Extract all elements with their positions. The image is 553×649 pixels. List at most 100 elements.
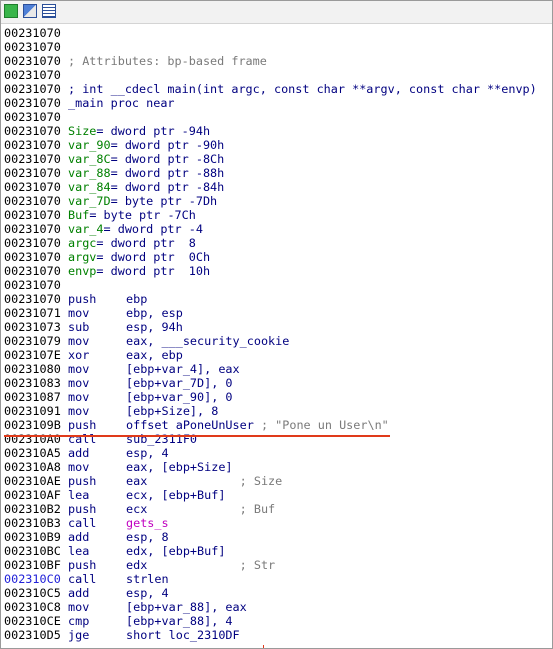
listing-line[interactable]: 00231070 var_84= dword ptr -84h: [4, 180, 550, 194]
listing-line[interactable]: 00231091 mov [ebp+Size], 8: [4, 404, 550, 418]
instruction-mnemonic: add: [68, 586, 90, 600]
instruction-mnemonic: jge: [68, 628, 90, 642]
stack-variable-name: Buf: [68, 208, 90, 222]
listing-line[interactable]: 00231070 push ebp: [4, 292, 550, 306]
line-address: 00231070: [4, 68, 61, 82]
stack-variable-name: var_8C: [68, 152, 111, 166]
listing-line[interactable]: 00231070 ; int __cdecl main(int argc, con…: [4, 82, 550, 96]
line-address: 00231079: [4, 334, 61, 348]
listing-line[interactable]: 00231073 sub esp, 94h: [4, 320, 550, 334]
stack-variable-def: = byte ptr -7Dh: [110, 194, 218, 208]
line-address: 00231070: [4, 194, 61, 208]
instruction-operands: [ebp+var_4], eax: [126, 362, 240, 376]
listing-line[interactable]: 00231070 var_88= dword ptr -88h: [4, 166, 550, 180]
listing-line[interactable]: 00231070 var_90= dword ptr -90h: [4, 138, 550, 152]
instruction-comment: ; Size: [147, 474, 283, 488]
line-address: 00231070: [4, 278, 61, 292]
instruction-operands: esp, 4: [126, 446, 169, 460]
listing-line[interactable]: 00231070 var_4= dword ptr -4: [4, 222, 550, 236]
listing-line[interactable]: 00231070 _main proc near: [4, 96, 550, 110]
instruction-mnemonic: mov: [68, 376, 90, 390]
listing-line[interactable]: 002310B9 add esp, 8: [4, 530, 550, 544]
listing-line[interactable]: 00231070: [4, 278, 550, 292]
instruction-operands: [ebp+Size], 8: [126, 404, 219, 418]
listing-line[interactable]: 00231087 mov [ebp+var_90], 0: [4, 390, 550, 404]
instruction-operands: ebp, esp: [126, 306, 183, 320]
stack-variable-name: var_4: [68, 222, 104, 236]
stack-variable-def: = dword ptr 0Ch: [96, 250, 211, 264]
instruction-mnemonic: add: [68, 446, 90, 460]
listing-line[interactable]: 002310B3 call gets_s: [4, 516, 550, 530]
instruction-operands: eax, ___security_cookie: [126, 334, 290, 348]
instruction-mnemonic: push: [68, 558, 97, 572]
graph-view-icon[interactable]: [4, 4, 18, 18]
listing-line[interactable]: 002310AF lea ecx, [ebp+Buf]: [4, 488, 550, 502]
instruction-operands: [ebp+var_90], 0: [126, 390, 233, 404]
listing-line[interactable]: 002310A8 mov eax, [ebp+Size]: [4, 460, 550, 474]
line-address: 00231083: [4, 376, 61, 390]
instruction-mnemonic: lea: [68, 488, 90, 502]
listing-line[interactable]: 00231070: [4, 110, 550, 124]
line-address: 00231070: [4, 166, 61, 180]
listing-line[interactable]: 0023107E xor eax, ebp: [4, 348, 550, 362]
listing-line[interactable]: 00231080 mov [ebp+var_4], eax: [4, 362, 550, 376]
stack-variable-def: = dword ptr 10h: [96, 264, 211, 278]
listing-line[interactable]: 00231070: [4, 26, 550, 40]
listing-line[interactable]: 002310D5 jge short loc_2310DF: [4, 628, 550, 642]
listing-line[interactable]: 00231070 argv= dword ptr 0Ch: [4, 250, 550, 264]
listing-line[interactable]: 00231070 var_7D= byte ptr -7Dh: [4, 194, 550, 208]
instruction-operands: eax: [126, 474, 148, 488]
line-address: 00231070: [4, 208, 61, 222]
listing-line[interactable]: 00231070 envp= dword ptr 10h: [4, 264, 550, 278]
instruction-operands: esp, 8: [126, 530, 169, 544]
instruction-operands: ecx, [ebp+Buf]: [126, 488, 226, 502]
disassembly-listing[interactable]: 00231070 00231070 00231070; Attributes: bp…: [4, 26, 550, 642]
line-address: 00231070: [4, 180, 61, 194]
listing-line[interactable]: 00231070: [4, 68, 550, 82]
instruction-operands: [ebp+var_88], 4: [126, 614, 233, 628]
line-address: 002310BF: [4, 558, 61, 572]
line-address: 002310A8: [4, 460, 61, 474]
listing-line[interactable]: 002310C0 call strlen: [4, 572, 550, 586]
listing-line[interactable]: 00231070: [4, 40, 550, 54]
instruction-mnemonic: mov: [68, 334, 90, 348]
line-address: 002310C5: [4, 586, 61, 600]
line-address: 00231070: [4, 250, 61, 264]
listing-line[interactable]: 002310C5 add esp, 4: [4, 586, 550, 600]
text-view-icon[interactable]: [42, 4, 56, 18]
line-address: 002310C8: [4, 600, 61, 614]
proximity-view-icon[interactable]: [23, 4, 37, 18]
listing-line[interactable]: 00231070 var_8C= dword ptr -8Ch: [4, 152, 550, 166]
listing-line[interactable]: 002310BC lea edx, [ebp+Buf]: [4, 544, 550, 558]
listing-line[interactable]: 0023109B push offset aPoneUnUser ; "Pone u…: [4, 418, 550, 432]
listing-line[interactable]: 00231079 mov eax, ___security_cookie: [4, 334, 550, 348]
instruction-mnemonic: add: [68, 530, 90, 544]
listing-line[interactable]: 002310A5 add esp, 4: [4, 446, 550, 460]
listing-line[interactable]: 00231083 mov [ebp+var_7D], 0: [4, 376, 550, 390]
listing-line[interactable]: 002310CE cmp [ebp+var_88], 4: [4, 614, 550, 628]
line-address: 00231070: [4, 292, 61, 306]
instruction-operands: eax, ebp: [126, 348, 183, 362]
instruction-operands: [ebp+var_7D], 0: [126, 376, 233, 390]
stack-variable-name: argv: [68, 250, 97, 264]
line-address: 00231070: [4, 82, 61, 96]
function-declaration: ; int __cdecl main(int argc, const char …: [68, 82, 537, 96]
listing-line[interactable]: 00231070 Size= dword ptr -94h: [4, 124, 550, 138]
stack-variable-def: = dword ptr -90h: [110, 138, 225, 152]
instruction-comment: ; Str: [147, 558, 276, 572]
listing-line[interactable]: 00231070 ; Attributes: bp-based frame: [4, 54, 550, 68]
instruction-operands: short loc_2310DF: [126, 628, 240, 642]
listing-line[interactable]: 002310BF push edx ; Str: [4, 558, 550, 572]
instruction-mnemonic: xor: [68, 348, 90, 362]
listing-line[interactable]: 002310AE push eax ; Size: [4, 474, 550, 488]
toolbar: [1, 1, 552, 24]
listing-line[interactable]: 002310C8 mov [ebp+var_88], eax: [4, 600, 550, 614]
listing-line[interactable]: 00231070 argc= dword ptr 8: [4, 236, 550, 250]
line-address: 0023107E: [4, 348, 61, 362]
listing-line[interactable]: 002310B2 push ecx ; Buf: [4, 502, 550, 516]
line-address: 00231070: [4, 152, 61, 166]
listing-line[interactable]: 00231070 Buf= byte ptr -7Ch: [4, 208, 550, 222]
line-address: 00231070: [4, 138, 61, 152]
instruction-operands: gets_s: [126, 516, 169, 530]
listing-line[interactable]: 00231071 mov ebp, esp: [4, 306, 550, 320]
